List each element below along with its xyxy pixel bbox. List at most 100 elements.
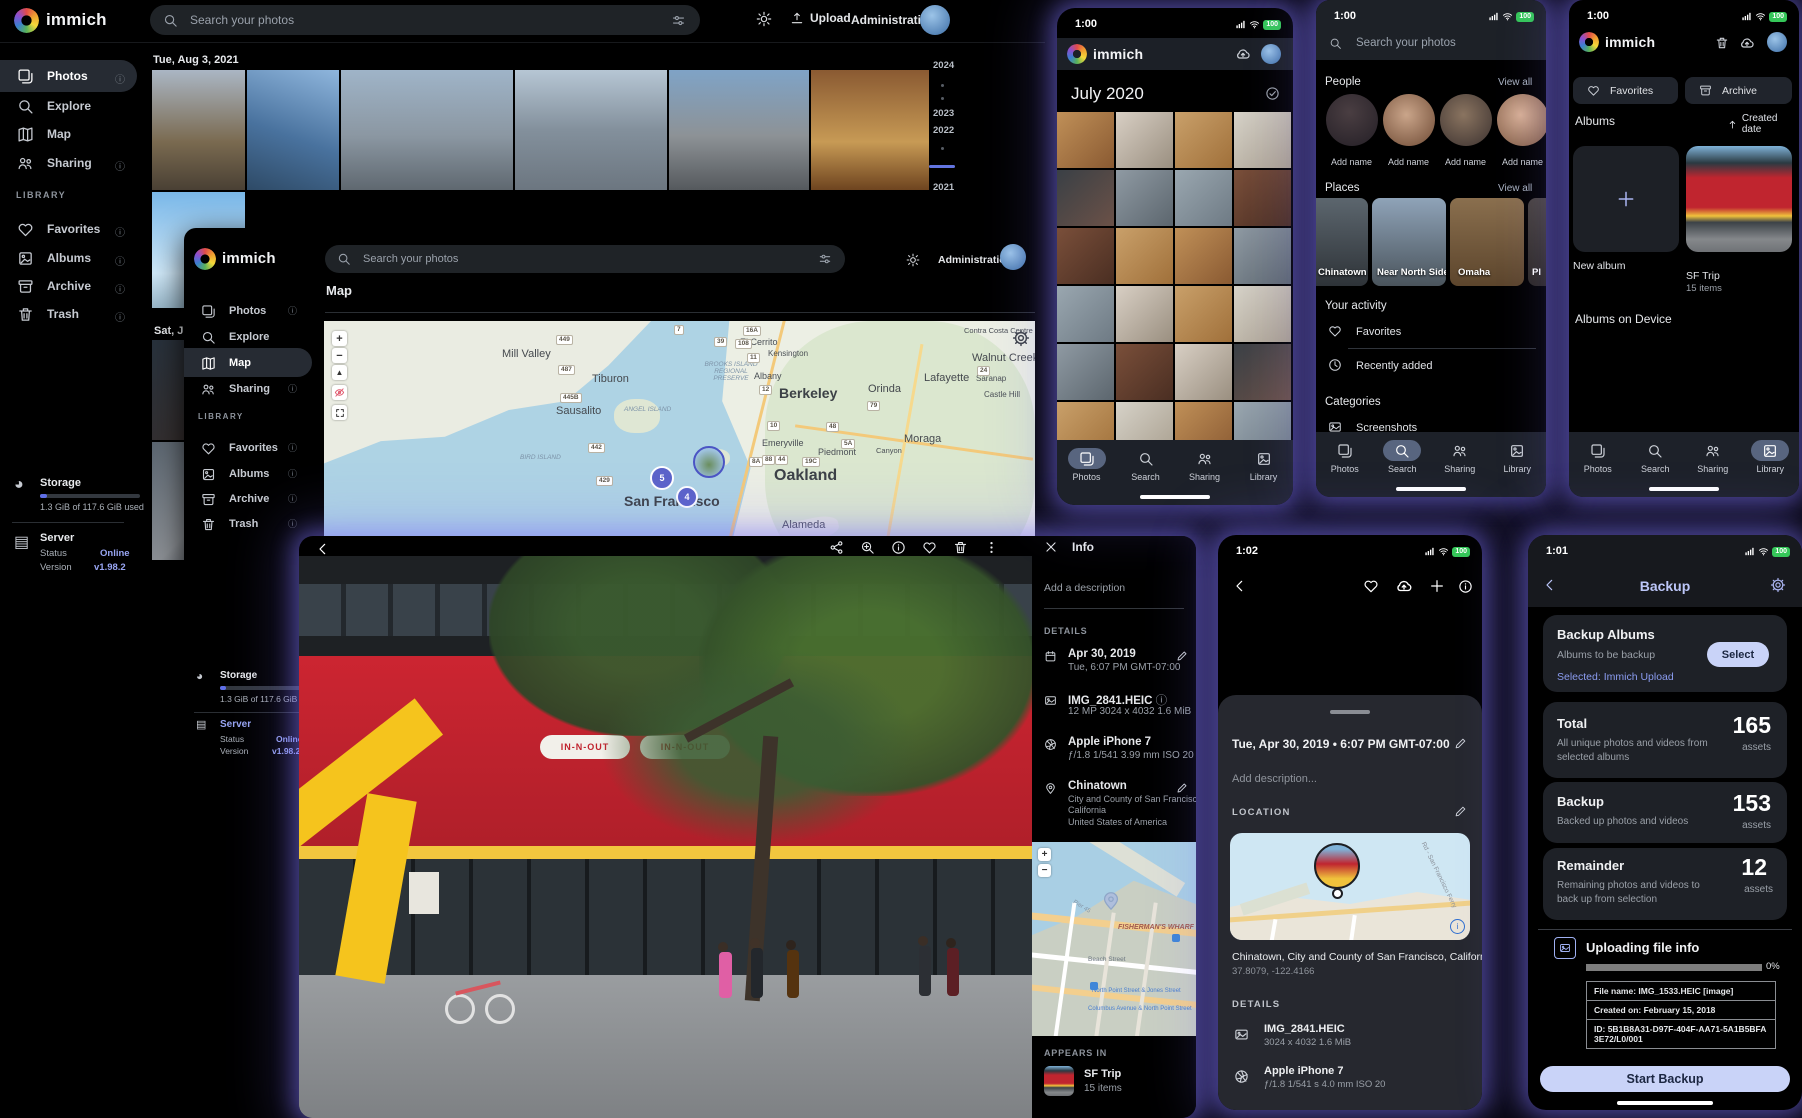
map-zoom-out-button[interactable]: − — [1038, 864, 1051, 877]
nav-search[interactable]: Search — [1374, 440, 1432, 474]
zoom-in-icon[interactable] — [860, 540, 875, 555]
scrubber-handle[interactable] — [929, 165, 955, 168]
info-badge-icon[interactable]: ⓘ — [115, 281, 125, 296]
trash-icon[interactable] — [1715, 36, 1729, 50]
info-badge-icon[interactable]: ⓘ — [288, 304, 297, 317]
theme-toggle-icon[interactable] — [756, 11, 772, 27]
photo-thumbnail[interactable] — [341, 70, 513, 190]
drag-handle[interactable] — [1330, 710, 1370, 714]
nav-library[interactable]: Library — [1489, 440, 1547, 474]
description-input[interactable]: Add description... — [1232, 773, 1317, 785]
delete-trash-icon[interactable] — [953, 540, 968, 555]
map-cluster-marker[interactable]: 5 — [650, 466, 674, 490]
filter-sliders-icon[interactable] — [818, 252, 832, 266]
view-all-link[interactable]: View all — [1498, 183, 1532, 194]
location-map[interactable]: Pier 45 FISHERMAN'S WHARF Beach Street N… — [1032, 842, 1196, 1036]
map-photo-marker[interactable] — [693, 446, 725, 478]
info-icon[interactable] — [891, 540, 906, 555]
add-name-label[interactable]: Add name — [1331, 157, 1372, 167]
detail-sheet[interactable]: Tue, Apr 30, 2019 • 6:07 PM GMT-07:00 Ad… — [1218, 695, 1482, 1110]
photo-thumbnail[interactable] — [1057, 170, 1114, 226]
avatar[interactable] — [1000, 244, 1026, 270]
recently-added-row[interactable]: Recently added — [1356, 360, 1432, 372]
avatar[interactable] — [1261, 44, 1281, 64]
album-thumbnail[interactable] — [1044, 1066, 1074, 1096]
edit-pencil-icon[interactable] — [1176, 782, 1188, 794]
photo-thumbnail[interactable] — [1175, 286, 1232, 342]
photo-viewer[interactable]: IN-N-OUT IN-N-OUT — [299, 556, 1032, 1118]
start-backup-button[interactable]: Start Backup — [1540, 1066, 1790, 1092]
theme-toggle-icon[interactable] — [906, 253, 920, 267]
info-badge-icon[interactable]: ⓘ — [115, 71, 125, 86]
photo-thumbnail[interactable] — [1175, 112, 1232, 168]
nav-photos[interactable]: Photos — [1057, 448, 1116, 482]
photo-thumbnail[interactable] — [1175, 228, 1232, 284]
map-cluster-marker[interactable]: 4 — [676, 486, 698, 508]
info-badge-icon[interactable]: ⓘ — [115, 224, 125, 239]
description-input[interactable]: Add a description — [1044, 582, 1125, 594]
info-badge-icon[interactable]: ⓘ — [115, 309, 125, 324]
nav-sharing[interactable]: Sharing — [1684, 440, 1742, 474]
select-all-check-icon[interactable] — [1265, 86, 1280, 101]
cloud-upload-icon[interactable] — [1395, 577, 1413, 595]
back-arrow-icon[interactable] — [315, 541, 331, 557]
info-badge-icon[interactable]: ⓘ — [288, 441, 297, 454]
favorite-heart-icon[interactable] — [922, 540, 937, 555]
person-avatar[interactable] — [1497, 94, 1546, 146]
more-options-icon[interactable] — [984, 540, 999, 555]
search-input[interactable]: Search your photos — [325, 245, 845, 273]
nav-sharing[interactable]: Sharing — [1175, 448, 1234, 482]
map-attribution-icon[interactable]: i — [1450, 919, 1465, 934]
photo-thumbnail[interactable] — [1234, 228, 1291, 284]
info-badge-icon[interactable]: ⓘ — [288, 492, 297, 505]
nav-photos[interactable]: Photos — [1569, 440, 1627, 474]
photo-thumbnail[interactable] — [1116, 286, 1173, 342]
photo-thumbnail[interactable] — [1057, 228, 1114, 284]
person-avatar[interactable] — [1383, 94, 1435, 146]
map-zoom-in-button[interactable]: + — [1038, 848, 1051, 861]
search-input[interactable]: Search your photos — [1356, 37, 1456, 49]
search-input[interactable]: Search your photos — [150, 5, 700, 35]
view-all-link[interactable]: View all — [1498, 77, 1532, 88]
archive-button[interactable]: Archive — [1685, 77, 1792, 104]
photo-thumbnail[interactable] — [152, 70, 245, 190]
photo-thumbnail[interactable] — [1234, 344, 1291, 400]
add-name-label[interactable]: Add name — [1388, 157, 1429, 167]
favorites-button[interactable]: Favorites — [1573, 77, 1678, 104]
filter-sliders-icon[interactable] — [671, 13, 686, 28]
close-icon[interactable] — [1044, 540, 1058, 554]
info-badge-icon[interactable]: ⓘ — [288, 517, 297, 530]
place-tile[interactable]: Pl — [1528, 198, 1546, 286]
photo-thumbnail[interactable] — [1116, 112, 1173, 168]
location-map-card[interactable]: Rd - San Francisco Ferry i — [1230, 833, 1470, 940]
avatar[interactable] — [1767, 32, 1787, 52]
map-fullscreen-button[interactable] — [332, 405, 347, 420]
add-plus-icon[interactable] — [1429, 578, 1445, 594]
favorites-row[interactable]: Favorites — [1356, 326, 1401, 338]
new-album-tile[interactable] — [1573, 146, 1679, 252]
photo-grid[interactable] — [1057, 112, 1293, 458]
info-badge-icon[interactable]: ⓘ — [115, 253, 125, 268]
select-button[interactable]: Select — [1707, 642, 1769, 667]
cloud-sync-icon[interactable] — [1739, 35, 1755, 51]
place-tile[interactable]: Near North Side — [1372, 198, 1446, 286]
info-badge-icon[interactable]: ⓘ — [288, 382, 297, 395]
edit-pencil-icon[interactable] — [1454, 737, 1467, 750]
photo-thumbnail[interactable] — [247, 70, 339, 190]
person-avatar[interactable] — [1440, 94, 1492, 146]
nav-library[interactable]: Library — [1742, 440, 1800, 474]
map-zoom-in-button[interactable]: + — [332, 331, 347, 346]
nav-sharing[interactable]: Sharing — [1431, 440, 1489, 474]
photo-thumbnail[interactable] — [1175, 170, 1232, 226]
photo-thumbnail[interactable] — [669, 70, 809, 190]
photo-thumbnail[interactable] — [1057, 344, 1114, 400]
nav-search[interactable]: Search — [1116, 448, 1175, 482]
settings-gear-icon[interactable] — [1770, 577, 1786, 593]
person-avatar[interactable] — [1326, 94, 1378, 146]
map-settings-gear-icon[interactable] — [1012, 329, 1030, 347]
info-icon[interactable] — [1458, 579, 1473, 594]
photo-thumbnail[interactable] — [1057, 286, 1114, 342]
photo-thumbnail[interactable] — [1175, 344, 1232, 400]
share-icon[interactable] — [829, 540, 844, 555]
album-tile[interactable] — [1686, 146, 1792, 252]
